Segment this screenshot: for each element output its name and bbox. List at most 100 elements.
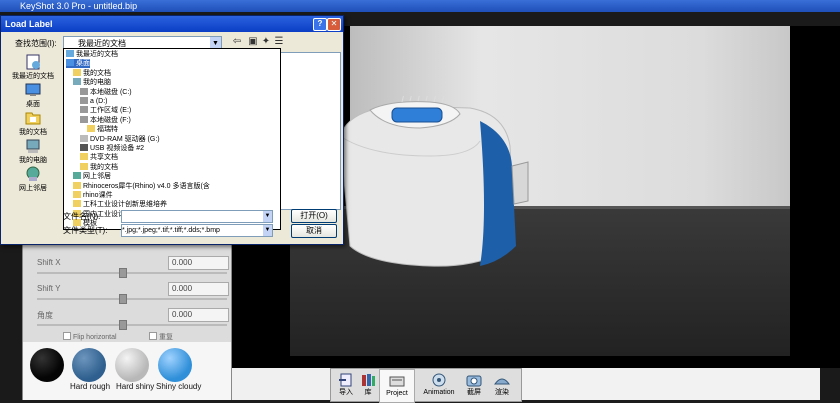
material-ball-shiny-cloudy[interactable] bbox=[158, 348, 192, 382]
filename-label: 文件名(N): bbox=[63, 212, 101, 221]
dropdown-item[interactable]: 工作区域 (E:) bbox=[80, 106, 131, 115]
dropdown-item-label: 我的电脑 bbox=[83, 79, 111, 87]
place-label: 我最近的文档 bbox=[12, 73, 54, 80]
flip-horizontal-label: Flip horizontal bbox=[72, 334, 117, 341]
new-folder-icon[interactable]: ✦ bbox=[260, 36, 272, 48]
recent-docs-icon bbox=[66, 50, 74, 57]
dropdown-item-label: 福瑞特 bbox=[97, 126, 118, 134]
dropdown-item-label: rhino课件 bbox=[83, 192, 113, 199]
project-button[interactable]: Project bbox=[379, 369, 415, 403]
dropdown-item-label: 网上邻居 bbox=[83, 173, 111, 181]
shift-x-slider-knob[interactable] bbox=[119, 268, 127, 278]
dropdown-item[interactable]: 我的文档 bbox=[73, 68, 111, 78]
dialog-titlebar[interactable]: Load Label ? ✕ bbox=[1, 16, 343, 32]
dropdown-item[interactable]: 福瑞特 bbox=[87, 125, 118, 134]
place-my-computer[interactable]: 我的电脑 bbox=[7, 138, 59, 165]
filetype-label: 文件类型(T): bbox=[63, 226, 108, 235]
dropdown-item-label: DVD-RAM 驱动器 (G:) bbox=[90, 135, 160, 143]
bottom-bar-right bbox=[520, 368, 820, 400]
place-my-documents[interactable]: 我的文档 bbox=[7, 110, 59, 137]
drive-icon bbox=[80, 115, 88, 123]
camera-icon bbox=[80, 144, 88, 151]
drive-icon bbox=[80, 106, 88, 114]
dropdown-item[interactable]: 网上邻居 bbox=[73, 172, 111, 181]
repeat-checkbox[interactable]: 重复 bbox=[149, 332, 173, 342]
dropdown-item[interactable]: 本地磁盘 (F:) bbox=[80, 115, 131, 125]
dropdown-item[interactable]: 我的电脑 bbox=[73, 78, 111, 87]
animation-icon bbox=[432, 373, 446, 387]
up-folder-icon[interactable]: ▣ bbox=[247, 36, 259, 48]
material-ball-black[interactable] bbox=[30, 348, 64, 382]
shift-x-slider[interactable] bbox=[37, 272, 227, 274]
close-button[interactable]: ✕ bbox=[327, 18, 341, 31]
dropdown-item-label: 我的文档 bbox=[83, 69, 111, 77]
chevron-down-icon[interactable]: ▼ bbox=[263, 225, 272, 236]
dropdown-item[interactable]: USB 视频设备 #2 bbox=[80, 144, 144, 153]
render-button[interactable]: 渲染 bbox=[487, 369, 517, 401]
place-label: 网上邻居 bbox=[19, 185, 47, 192]
app-titlebar: KeyShot 3.0 Pro - untitled.bip bbox=[0, 0, 840, 12]
look-in-dropdown[interactable]: 我最近的文档 桌面 我的文档 我的电脑 本地磁盘 (C:) a (D:) 工作区域 (E:)… bbox=[63, 48, 281, 230]
param-label-shift-x: Shift X bbox=[37, 258, 61, 267]
dropdown-item-label: 桌面 bbox=[76, 60, 90, 68]
flip-horizontal-checkbox[interactable]: Flip horizontal bbox=[63, 332, 117, 341]
back-arrow-icon[interactable]: ⇦ bbox=[231, 36, 243, 48]
place-label: 桌面 bbox=[26, 101, 40, 108]
recent-docs-icon bbox=[26, 54, 40, 70]
bottom-bar-left bbox=[232, 368, 330, 400]
checkbox-box bbox=[149, 332, 157, 340]
filename-input[interactable]: ▼ bbox=[121, 210, 273, 223]
dropdown-item-label: 共享文档 bbox=[90, 154, 118, 162]
material-label-hard-rough: Hard rough bbox=[70, 382, 111, 391]
app-title: KeyShot 3.0 Pro - untitled.bip bbox=[20, 1, 138, 11]
place-desktop[interactable]: 桌面 bbox=[7, 82, 59, 109]
dropdown-item-label: 工作区域 (E:) bbox=[90, 107, 132, 115]
place-recent-docs[interactable]: 我最近的文档 bbox=[7, 54, 59, 81]
angle-slider[interactable] bbox=[37, 324, 227, 326]
material-ball-hard-rough[interactable] bbox=[72, 348, 106, 382]
screenshot-label: 截屏 bbox=[467, 389, 481, 396]
place-network[interactable]: 网上邻居 bbox=[7, 166, 59, 193]
dropdown-item[interactable]: 共享文档 bbox=[80, 153, 118, 162]
dropdown-item[interactable]: rhino课件 bbox=[73, 191, 113, 200]
dropdown-item[interactable]: 工科工业设计创新思维培养 bbox=[73, 200, 167, 209]
project-label: Project bbox=[386, 390, 408, 397]
network-icon bbox=[26, 166, 40, 181]
project-icon bbox=[389, 376, 405, 387]
dropdown-item[interactable]: 我最近的文档 bbox=[66, 50, 118, 59]
dropdown-item[interactable]: 桌面 bbox=[66, 59, 90, 69]
dropdown-item[interactable]: 我的文档 bbox=[80, 162, 118, 172]
angle-slider-knob[interactable] bbox=[119, 320, 127, 330]
filetype-select[interactable]: *.jpg;*.jpeg;*.tif;*.tiff;*.dds;*.bmp ▼ bbox=[121, 224, 273, 237]
render-icon bbox=[494, 378, 510, 385]
material-label-hard-shiny: Hard shiny bbox=[116, 382, 155, 391]
param-label-shift-y: Shift Y bbox=[37, 284, 61, 293]
my-computer-icon bbox=[26, 139, 40, 153]
dialog-title: Load Label bbox=[5, 19, 53, 29]
shift-x-input[interactable]: 0.000 bbox=[168, 256, 229, 270]
screenshot-button[interactable]: 截屏 bbox=[459, 369, 489, 401]
dropdown-item[interactable]: 本地磁盘 (C:) bbox=[80, 87, 132, 97]
product-model[interactable] bbox=[330, 96, 530, 271]
dropdown-item[interactable]: a (D:) bbox=[80, 97, 108, 106]
dropdown-item-label: 本地磁盘 (C:) bbox=[90, 88, 132, 96]
help-button[interactable]: ? bbox=[313, 18, 327, 31]
dropdown-item[interactable]: DVD-RAM 驱动器 (G:) bbox=[80, 134, 160, 144]
shift-y-slider[interactable] bbox=[37, 298, 227, 300]
cancel-button[interactable]: 取消 bbox=[291, 224, 337, 238]
shift-y-slider-knob[interactable] bbox=[119, 294, 127, 304]
dropdown-item[interactable]: Rhinoceros犀牛(Rhino) v4.0 多语言版(含 bbox=[73, 181, 210, 191]
folder-icon bbox=[73, 191, 81, 198]
material-label-shiny-cloudy: Shiny cloudy bbox=[156, 382, 202, 391]
material-ball-hard-shiny[interactable] bbox=[115, 348, 149, 382]
view-menu-icon[interactable]: ☰ bbox=[273, 36, 285, 48]
dropdown-item-label: 我最近的文档 bbox=[76, 51, 118, 58]
shift-y-input[interactable]: 0.000 bbox=[168, 282, 229, 296]
open-button[interactable]: 打开(O) bbox=[291, 209, 337, 223]
animation-button[interactable]: Animation bbox=[419, 369, 459, 401]
folder-icon bbox=[73, 200, 81, 208]
network-icon bbox=[73, 172, 81, 180]
dvd-drive-icon bbox=[80, 134, 88, 142]
angle-input[interactable]: 0.000 bbox=[168, 308, 229, 322]
chevron-down-icon[interactable]: ▼ bbox=[263, 211, 272, 222]
